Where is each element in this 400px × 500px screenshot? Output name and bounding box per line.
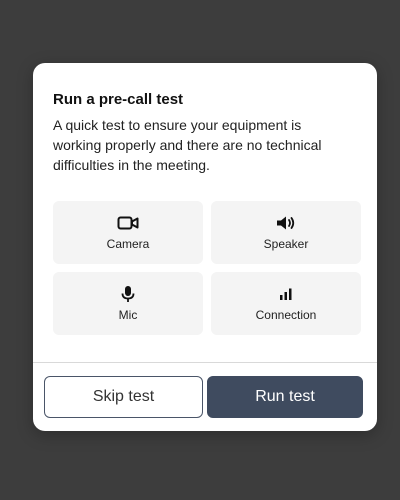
footer-divider: [33, 362, 377, 363]
dialog-description: A quick test to ensure your equipment is…: [53, 117, 322, 173]
camera-test-tile[interactable]: Camera: [53, 201, 203, 264]
mic-test-tile[interactable]: Mic: [53, 272, 203, 335]
run-test-button[interactable]: Run test: [207, 376, 363, 418]
signal-bars-icon: [279, 285, 293, 303]
pre-call-test-dialog: Run a pre-call test A quick test to ensu…: [33, 63, 377, 431]
connection-test-tile[interactable]: Connection: [211, 272, 361, 335]
speaker-test-tile[interactable]: Speaker: [211, 201, 361, 264]
dialog-title: Run a pre-call test: [53, 91, 184, 108]
skip-test-button[interactable]: Skip test: [44, 376, 203, 418]
speaker-icon: [276, 214, 296, 232]
camera-icon: [117, 214, 139, 232]
mic-label: Mic: [118, 308, 138, 322]
connection-label: Connection: [255, 308, 317, 322]
camera-label: Camera: [106, 237, 150, 251]
speaker-label: Speaker: [263, 237, 309, 251]
mic-icon: [120, 285, 136, 303]
